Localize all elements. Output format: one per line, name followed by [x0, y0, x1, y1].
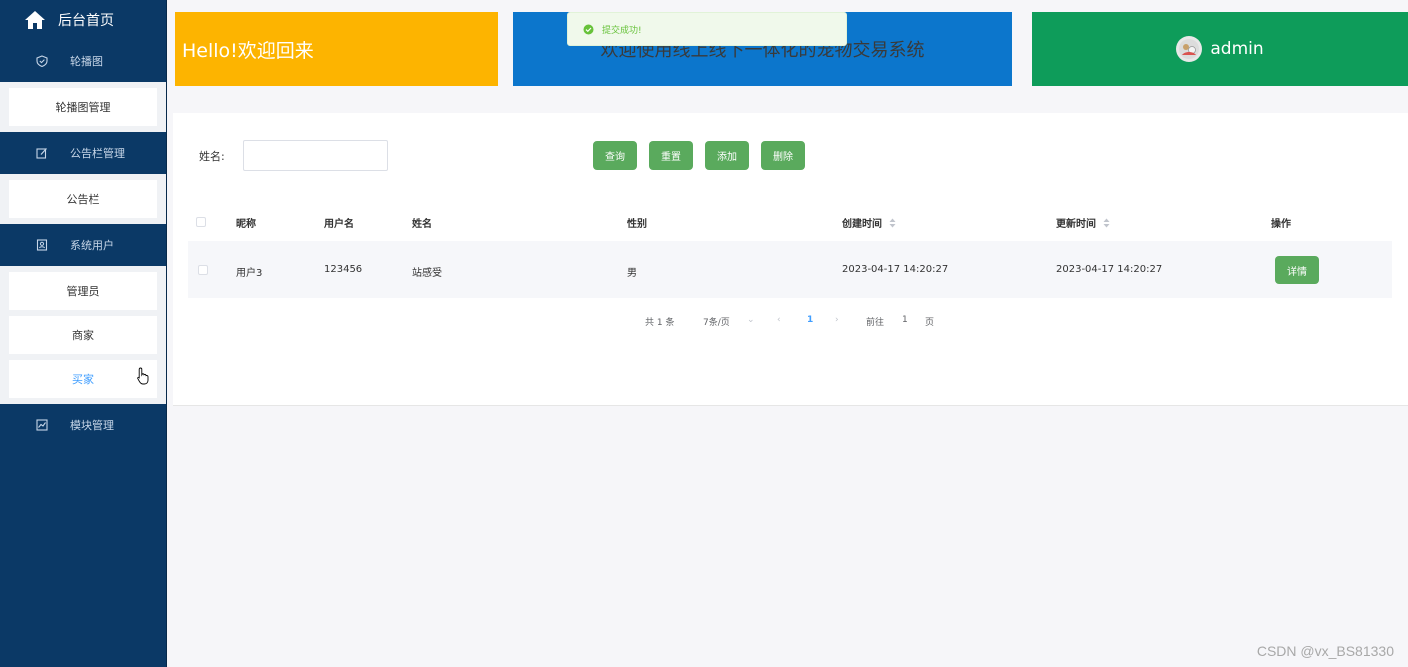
delete-button[interactable]: 删除: [761, 141, 805, 170]
column-header-username: 用户名: [324, 219, 354, 230]
cell-name: 站感受: [412, 268, 442, 279]
welcome-text: Hello!欢迎回来: [182, 39, 314, 62]
sidebar-item-admin[interactable]: 管理员: [9, 272, 157, 310]
username: admin: [1210, 39, 1264, 59]
watermark: CSDN @vx_BS81330: [1256, 643, 1394, 659]
sidebar-group-carousel[interactable]: 轮播图: [0, 40, 166, 82]
sidebar-group-label: 公告栏管理: [70, 147, 125, 160]
cell-updated: 2023-04-17 14:20:27: [1056, 264, 1163, 275]
sidebar-group-system-users[interactable]: 系统用户: [0, 224, 166, 266]
chevron-down-icon[interactable]: ⌄: [747, 315, 755, 325]
page-suffix: 页: [925, 318, 935, 328]
shield-icon: [36, 55, 48, 67]
chart-icon: [36, 419, 48, 431]
sidebar-home-label: 后台首页: [58, 13, 114, 29]
user-card[interactable]: admin: [1032, 12, 1408, 86]
page-size-select[interactable]: 7条/页: [703, 315, 730, 328]
sort-icon[interactable]: [1103, 218, 1110, 231]
toast-message: 提交成功!: [602, 25, 642, 36]
prev-page-icon[interactable]: ‹: [777, 315, 781, 325]
sidebar-group-label: 轮播图: [70, 55, 103, 68]
column-header-created[interactable]: 创建时间: [842, 215, 896, 231]
sidebar-item-buyer[interactable]: 买家: [9, 360, 157, 398]
page-number-current[interactable]: 1: [807, 315, 813, 325]
edit-icon: [36, 147, 48, 159]
column-header-nickname: 昵称: [236, 219, 256, 230]
cell-username: 123456: [324, 264, 363, 275]
sidebar-home[interactable]: 后台首页: [0, 0, 166, 40]
column-header-updated-label: 更新时间: [1056, 219, 1096, 230]
sidebar-item-notice[interactable]: 公告栏: [9, 180, 157, 218]
user-card-icon: [36, 239, 48, 251]
select-all-checkbox[interactable]: [196, 217, 206, 227]
row-checkbox[interactable]: [198, 265, 208, 275]
goto-label: 前往: [866, 318, 885, 328]
sidebar: 后台首页 轮播图 轮播图管理 公告栏管理 公告栏 系统用户 管理员 商家 买家 …: [0, 0, 167, 667]
detail-button[interactable]: 详情: [1275, 256, 1319, 284]
sidebar-submenu-carousel: 轮播图管理: [0, 82, 166, 132]
query-button[interactable]: 查询: [593, 141, 637, 170]
column-header-updated[interactable]: 更新时间: [1056, 215, 1110, 231]
goto-page-input[interactable]: 1: [902, 315, 908, 325]
column-header-name: 姓名: [412, 219, 432, 230]
sidebar-item-merchant[interactable]: 商家: [9, 316, 157, 354]
table-row: [188, 241, 1392, 298]
avatar[interactable]: [1176, 36, 1203, 62]
pagination-total: 共 1 条: [645, 318, 675, 328]
reset-button[interactable]: 重置: [649, 141, 693, 170]
cell-gender: 男: [627, 268, 637, 279]
sidebar-group-label: 系统用户: [70, 239, 114, 252]
column-header-gender: 性别: [627, 219, 647, 230]
sidebar-group-label: 模块管理: [70, 419, 114, 432]
sidebar-submenu-notice: 公告栏: [0, 174, 166, 224]
hand-cursor-icon: [137, 367, 149, 385]
column-header-action: 操作: [1271, 219, 1291, 230]
sidebar-group-notice[interactable]: 公告栏管理: [0, 132, 166, 174]
add-button[interactable]: 添加: [705, 141, 749, 170]
search-name-label: 姓名:: [199, 150, 225, 163]
welcome-card: Hello!欢迎回来: [175, 12, 498, 86]
success-check-icon: [583, 24, 594, 35]
cell-created: 2023-04-17 14:20:27: [842, 264, 949, 275]
main-panel: 姓名: 查询 重置 添加 删除 昵称 用户名 姓名 性别 创建时间 更新时间 操…: [173, 113, 1408, 406]
sort-icon[interactable]: [889, 218, 896, 231]
cell-nickname: 用户3: [236, 268, 263, 279]
sidebar-group-modules[interactable]: 模块管理: [0, 404, 166, 446]
success-toast: 提交成功!: [567, 12, 847, 46]
search-name-input[interactable]: [243, 140, 388, 171]
column-header-created-label: 创建时间: [842, 219, 882, 230]
home-icon: [24, 10, 46, 30]
next-page-icon[interactable]: ›: [835, 315, 839, 325]
sidebar-item-carousel-manage[interactable]: 轮播图管理: [9, 88, 157, 126]
